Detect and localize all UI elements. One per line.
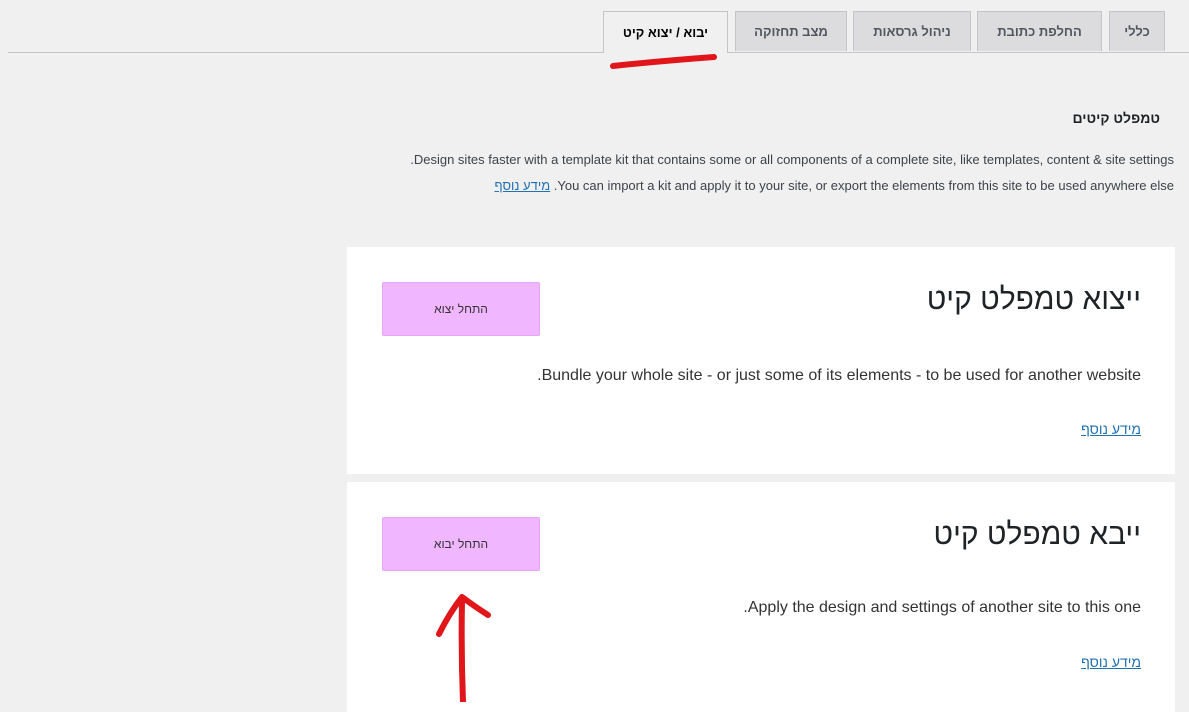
red-underline-annotation — [610, 54, 717, 69]
annotation-overlay — [436, 54, 717, 702]
red-arrow-shaft — [458, 597, 466, 702]
